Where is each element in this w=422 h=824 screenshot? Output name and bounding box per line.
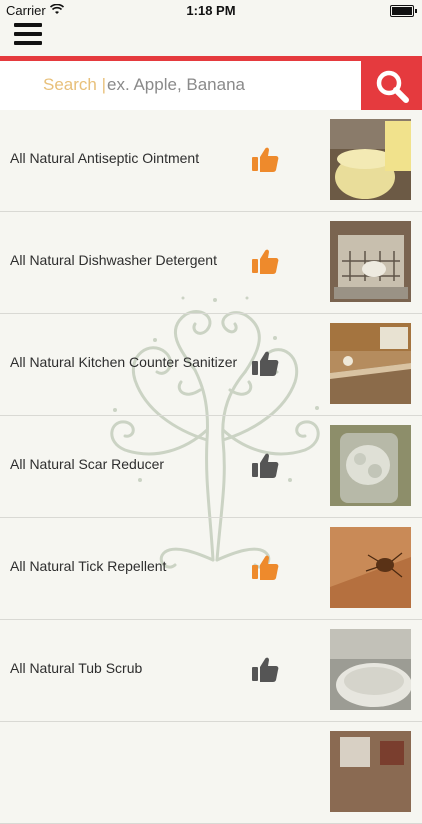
search-bar: Search | ex. Apple, Banana <box>0 61 422 110</box>
item-label: All Natural Antiseptic Ointment <box>10 150 200 166</box>
search-icon <box>376 70 409 103</box>
list-item[interactable]: All Natural Tick Repellent <box>0 518 422 620</box>
hamburger-menu-icon[interactable] <box>14 23 42 47</box>
search-button[interactable] <box>361 61 422 110</box>
kitchen-counter-photo <box>330 323 411 404</box>
room-photo <box>330 731 411 812</box>
thumbs-up-icon[interactable] <box>251 451 279 479</box>
search-prefix-label: Search | <box>43 75 107 94</box>
item-label: All Natural Dishwasher Detergent <box>10 252 217 268</box>
scar-cream-jar-photo <box>330 425 411 506</box>
recipe-list: All Natural Antiseptic Ointment All Natu… <box>0 110 422 824</box>
bathtub-photo <box>330 629 411 710</box>
status-time: 1:18 PM <box>186 3 236 18</box>
thumbs-up-icon[interactable] <box>251 655 279 683</box>
thumbs-up-icon[interactable] <box>251 145 279 173</box>
nav-bar <box>0 20 422 56</box>
dishwasher-photo <box>330 221 411 302</box>
thumbs-up-icon[interactable] <box>251 349 279 377</box>
item-label: All Natural Tick Repellent <box>10 558 167 574</box>
search-input[interactable]: Search | ex. Apple, Banana <box>0 61 361 110</box>
item-label: All Natural Kitchen Counter Sanitizer <box>10 354 238 370</box>
ointment-jar-photo <box>330 119 411 200</box>
list-item[interactable]: All Natural Antiseptic Ointment <box>0 110 422 212</box>
battery-icon <box>390 5 417 17</box>
thumbs-up-icon[interactable] <box>251 553 279 581</box>
thumbs-up-icon[interactable] <box>251 247 279 275</box>
list-item[interactable]: All Natural Dishwasher Detergent <box>0 212 422 314</box>
item-label: All Natural Scar Reducer <box>10 456 165 472</box>
status-bar: Carrier 1:18 PM <box>0 0 422 20</box>
list-item[interactable]: All Natural Tub Scrub <box>0 620 422 722</box>
search-placeholder: ex. Apple, Banana <box>107 75 246 94</box>
list-item[interactable]: All Natural Kitchen Counter Sanitizer <box>0 314 422 416</box>
item-label: All Natural Tub Scrub <box>10 660 143 676</box>
list-item[interactable]: All Natural Scar Reducer <box>0 416 422 518</box>
list-item[interactable] <box>0 722 422 824</box>
tick-photo <box>330 527 411 608</box>
